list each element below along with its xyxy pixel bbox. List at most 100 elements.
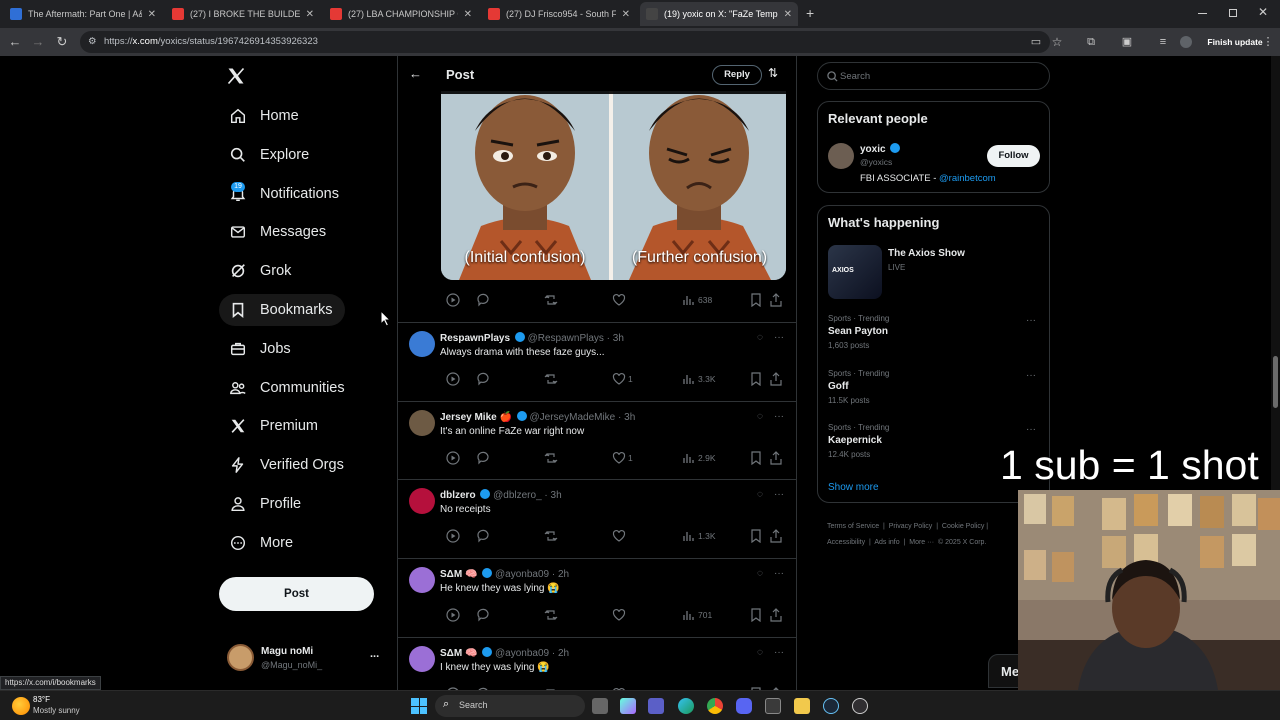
reply-avatar[interactable] [409,567,435,594]
ads-info-link[interactable]: Ads info [874,539,899,546]
menu-kebab-icon[interactable]: ⋮ [1259,33,1277,51]
like-icon[interactable] [612,608,626,622]
reply-author[interactable]: RespawnPlays @RespawnPlays · 3h [440,332,624,344]
reply-tweet[interactable]: SΔM 🧠 @ayonba09 · 2h ◌ ··· I knew they w… [398,638,796,690]
close-window-icon[interactable]: ✕ [1258,5,1268,19]
reading-list-icon[interactable]: ≡ [1154,33,1172,51]
show-more-link[interactable]: Show more [828,482,879,493]
sidebar-item-jobs[interactable]: Jobs [219,333,301,365]
reply-icon[interactable] [476,293,490,307]
reply-author[interactable]: SΔM 🧠 @ayonba09 · 2h [440,568,569,580]
obs-icon[interactable] [852,698,868,714]
privacy-link[interactable]: Privacy Policy [889,523,933,530]
bookmark-action-icon[interactable] [750,451,762,465]
grok-small-icon[interactable]: ◌ [757,647,763,658]
like-icon[interactable] [612,372,626,386]
yoxic-name[interactable]: yoxic [860,143,901,155]
repost-icon[interactable] [544,293,558,307]
reply-icon[interactable] [476,608,490,622]
sidebar-item-premium[interactable]: Premium [219,410,328,442]
trend-item[interactable]: Sports · Trending Goff 11.5K posts [828,369,889,405]
share-icon[interactable] [770,608,782,622]
views-icon[interactable] [682,529,694,543]
minimize-icon[interactable] [1198,13,1207,14]
repost-icon[interactable] [544,529,558,543]
trend-item[interactable]: Sports · Trending Sean Payton 1,603 posts [828,314,889,350]
url-input[interactable]: ⚙ https://x.com/yoxics/status/1967426914… [80,31,1050,53]
trend-more-icon[interactable]: ··· [1026,370,1036,381]
yoxic-avatar[interactable] [828,143,854,169]
cookie-link[interactable]: Cookie Policy [942,523,984,530]
play-icon[interactable] [446,608,460,622]
reply-icon[interactable] [476,529,490,543]
like-icon[interactable] [612,529,626,543]
accessibility-link[interactable]: Accessibility [827,539,865,546]
reply-more-icon[interactable]: ··· [774,568,784,579]
trend-item[interactable]: Sports · Trending Kaepernick 12.4K posts [828,423,889,459]
start-icon[interactable] [411,698,427,714]
store-icon[interactable] [765,698,781,714]
grok-small-icon[interactable]: ◌ [757,568,763,579]
split-view-icon[interactable]: ▣ [1118,33,1136,51]
share-icon[interactable] [770,529,782,543]
taskbar-search[interactable]: ⌕ Search [435,695,585,717]
weather-icon[interactable] [12,697,30,715]
axios-show-thumbnail[interactable]: AXIOS [828,245,882,299]
post-button[interactable]: Post [219,577,374,611]
site-info-icon[interactable]: ⚙ [88,31,97,53]
sidebar-item-home[interactable]: Home [219,100,309,132]
reply-author[interactable]: dblzero @dblzero_ · 3h [440,489,562,501]
reload-icon[interactable]: ↻ [53,33,71,51]
trend-more-icon[interactable]: ··· [1026,424,1036,435]
forward-icon[interactable]: → [29,33,47,51]
new-tab-button[interactable]: + [806,5,814,21]
reply-more-icon[interactable]: ··· [774,647,784,658]
play-icon[interactable] [446,529,460,543]
reply-more-icon[interactable]: ··· [774,411,784,422]
account-switcher[interactable]: Magu noMi @Magu_noMi_ ... [219,638,389,678]
bio-link[interactable]: @rainbetcom [939,173,996,184]
reply-tweet[interactable]: Jersey Mike 🍎 @JerseyMadeMike · 3h ◌ ···… [398,402,796,481]
tab-close-icon[interactable]: ✕ [306,9,314,20]
share-icon[interactable] [770,372,782,386]
reply-author[interactable]: Jersey Mike 🍎 @JerseyMadeMike · 3h [440,410,635,423]
reply-avatar[interactable] [409,645,435,672]
sidebar-item-more[interactable]: More [219,527,303,559]
bookmark-action-icon[interactable] [750,293,762,307]
views-icon[interactable] [682,451,694,465]
reply-tweet[interactable]: SΔM 🧠 @ayonba09 · 2h ◌ ··· He knew they … [398,559,796,638]
reply-avatar[interactable] [409,331,435,357]
sliders-icon[interactable]: ⇅ [768,66,778,80]
reply-tweet[interactable]: dblzero @dblzero_ · 3h ◌ ··· No receipts… [398,480,796,560]
maximize-icon[interactable] [1229,9,1237,17]
tab-close-icon[interactable]: ✕ [622,9,630,20]
play-icon[interactable] [446,451,460,465]
like-icon[interactable] [612,451,626,465]
browser-tab[interactable]: The Aftermath: Part One | A&E ✕ [4,2,162,26]
star-icon[interactable]: ☆ [1048,33,1066,51]
play-icon[interactable] [446,293,460,307]
copilot-icon[interactable] [620,698,636,714]
browser-tab[interactable]: (19) yoxic on X: "FaZe Temperm... ✕ [640,2,798,26]
sidebar-item-profile[interactable]: Profile [219,488,311,520]
trend-more-icon[interactable]: ··· [1026,315,1036,326]
reply-tweet[interactable]: RespawnPlays @RespawnPlays · 3h ◌ ··· Al… [398,323,796,402]
reply-avatar[interactable] [409,488,435,515]
like-icon[interactable] [612,293,626,307]
browser-tab[interactable]: (27) DJ Frisco954 - South Florida... ✕ [482,2,636,26]
follow-button[interactable]: Follow [987,145,1040,167]
edge-icon[interactable] [678,698,694,714]
account-more-icon[interactable]: ... [370,648,379,660]
explorer-icon[interactable] [794,698,810,714]
discord-icon[interactable] [736,698,752,714]
sidebar-item-verified-orgs[interactable]: Verified Orgs [219,449,354,481]
sidebar-item-communities[interactable]: Communities [219,372,355,404]
views-icon[interactable] [682,608,694,622]
reply-more-icon[interactable]: ··· [774,332,784,343]
profile-avatar[interactable] [1180,36,1192,48]
back-arrow-icon[interactable]: ← [409,66,422,81]
reply-more-icon[interactable]: ··· [774,489,784,500]
reply-avatar[interactable] [409,409,435,436]
share-icon[interactable] [770,293,782,307]
views-icon[interactable] [682,293,694,307]
